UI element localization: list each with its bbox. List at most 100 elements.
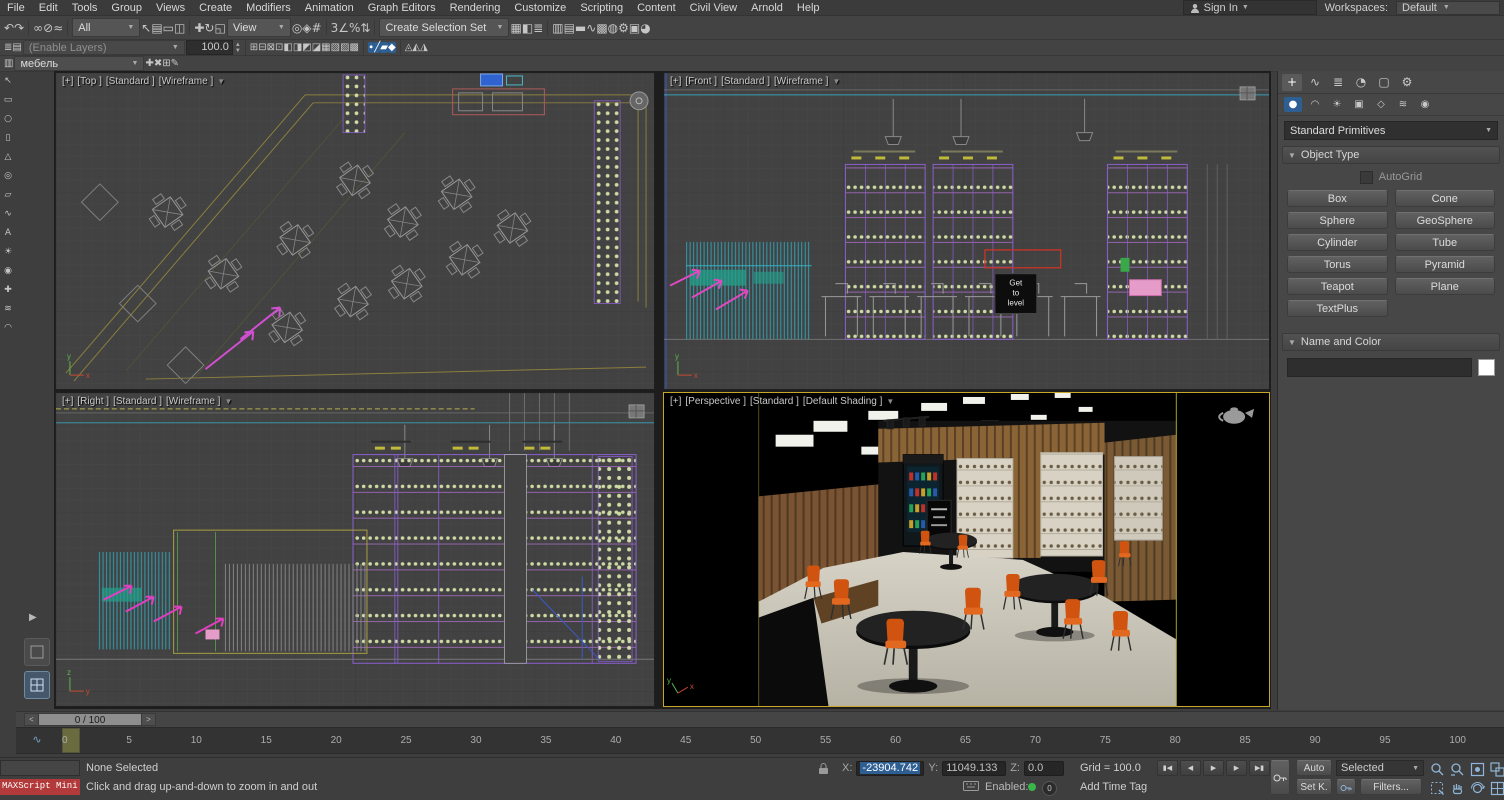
create-box-icon[interactable]: ▭ [1, 94, 15, 107]
lights-category[interactable]: ☀ [1328, 97, 1346, 112]
y-coordinate-field[interactable]: 11049.133 [942, 761, 1006, 776]
menu-item[interactable]: Create [192, 2, 239, 14]
menu-item[interactable]: Edit [32, 2, 65, 14]
menu-item[interactable]: Modifiers [239, 2, 298, 14]
toggle-layer-explorer-icon[interactable]: ▤ [564, 21, 575, 35]
named-selection-sets-icon[interactable]: ▥ [4, 58, 13, 69]
paint-selection-icon[interactable]: ◭ [412, 42, 420, 53]
rectangular-selection-region-icon[interactable]: ▭ [163, 21, 174, 35]
degradation-toggle[interactable]: 0 [1042, 781, 1057, 796]
viewport-label-menu-arrow[interactable]: ▼ [886, 397, 894, 407]
x-coordinate-field[interactable]: -23904.742 [856, 761, 924, 776]
add-time-tag[interactable]: Add Time Tag [1080, 781, 1147, 793]
helpers-category[interactable]: ◇ [1372, 97, 1390, 112]
viewport-pov-menu[interactable]: [Front ] [685, 76, 717, 87]
schematic-view-icon[interactable]: ▩ [596, 21, 607, 35]
viewport-style-menu[interactable]: [Standard ] [113, 396, 162, 407]
layout-tab-quad[interactable] [24, 671, 50, 699]
next-frame-arrow[interactable]: > [141, 713, 156, 726]
go-to-start-button[interactable]: ▮◀ [1157, 760, 1178, 776]
reference-coordinate-dropdown[interactable]: View▼ [227, 18, 291, 37]
select-and-rotate-icon[interactable]: ↻ [204, 21, 214, 35]
shade-selected-icon[interactable]: ⊞ [250, 42, 258, 53]
create-sphere-icon[interactable]: ○ [1, 113, 15, 126]
key-filters-icon-button[interactable] [1336, 779, 1356, 795]
xview-icon[interactable]: ⊠ [267, 42, 275, 53]
zoom-all-icon[interactable] [1448, 760, 1467, 778]
delete-layer-icon[interactable]: ✖ [154, 58, 162, 69]
perspective-viewport-canvas[interactable]: y x [664, 393, 1269, 706]
object-type-button[interactable]: Sphere [1287, 212, 1388, 229]
object-type-rollout[interactable]: ▼ Object Type [1282, 146, 1500, 164]
object-type-button[interactable]: Plane [1395, 278, 1496, 295]
layer-percent-spinner[interactable]: 100.0 ▲▼ [186, 40, 241, 55]
layer-dropdown[interactable]: мебель▼ [14, 56, 144, 71]
selection-filter-dropdown[interactable]: All▼ [72, 18, 140, 37]
select-arrow-icon[interactable]: ↖ [1, 75, 15, 88]
object-name-input[interactable] [1287, 358, 1472, 377]
isolate-selection-icon[interactable]: ◧ [283, 42, 292, 53]
viewport-label-menu-arrow[interactable]: ▼ [832, 77, 840, 87]
shapes-category[interactable]: ◠ [1306, 97, 1324, 112]
viewport-general-menu[interactable]: [+] [62, 396, 73, 407]
set-key-button[interactable]: Set K. [1296, 779, 1332, 795]
create-bone-icon[interactable]: ◠ [1, 322, 15, 335]
time-slider[interactable]: < 0 / 100 > [16, 711, 1504, 727]
set-keys-button[interactable] [1270, 760, 1290, 795]
workspaces-select[interactable]: Default ▼ [1396, 1, 1500, 15]
maxscript-mini-listener[interactable]: MAXScript Mini [0, 779, 80, 795]
zoom-extents-icon[interactable] [1468, 760, 1487, 778]
status-enabled-dot[interactable] [1028, 783, 1036, 791]
previous-frame-button[interactable]: ◀ [1180, 760, 1201, 776]
menu-item[interactable]: Help [790, 2, 827, 14]
grid-gizmo[interactable] [1240, 87, 1255, 100]
spinner-arrows-icon[interactable]: ▲▼ [233, 42, 241, 54]
pan-icon[interactable] [1448, 779, 1467, 797]
spinner-snap-icon[interactable]: ⇅ [360, 21, 370, 35]
selection-filter-icon[interactable]: ◮ [420, 42, 428, 53]
select-and-link-icon[interactable]: ∞ [33, 21, 43, 35]
viewport-label-menu-arrow[interactable]: ▼ [217, 77, 225, 87]
zoom-region-icon[interactable] [1428, 779, 1447, 797]
key-filters-button[interactable]: Filters... [1360, 779, 1422, 795]
menu-item[interactable]: Civil View [683, 2, 744, 14]
toggle-scene-explorer-icon[interactable]: ▥ [552, 21, 563, 35]
auto-key-button[interactable]: Auto [1296, 760, 1332, 776]
select-and-manipulate-icon[interactable]: ◈ [302, 21, 311, 35]
compass-gizmo[interactable] [630, 92, 648, 110]
viewport-shading-menu[interactable]: [Wireframe ] [166, 396, 220, 407]
element-mode-icon[interactable]: ◆ [388, 42, 396, 53]
measure-icon[interactable]: ▩ [350, 42, 359, 53]
keyboard-shortcut-override-icon[interactable]: # [312, 21, 322, 35]
curve-editor-icon[interactable]: ∿ [586, 21, 596, 35]
edit-named-selection-sets-icon[interactable]: ▦ [510, 21, 521, 35]
front-viewport-canvas[interactable]: Get to level y x [664, 73, 1269, 389]
viewport-style-menu[interactable]: [Standard ] [721, 76, 770, 87]
viewport-general-menu[interactable]: [+] [670, 76, 681, 87]
units-setup-icon[interactable]: ▨ [340, 42, 349, 53]
menu-item[interactable]: Scripting [573, 2, 630, 14]
autogrid-checkbox[interactable] [1360, 171, 1373, 184]
menu-item[interactable]: Arnold [744, 2, 790, 14]
add-to-layer-icon[interactable]: ⊞ [162, 58, 170, 69]
selection-lock-icon[interactable] [818, 762, 829, 778]
select-and-move-icon[interactable]: ✚ [194, 21, 204, 35]
previous-frame-arrow[interactable]: < [24, 713, 39, 726]
percent-snap-icon[interactable]: % [349, 21, 360, 35]
viewport-style-menu[interactable]: [Standard ] [750, 396, 799, 407]
motion-tab[interactable]: ◔ [1351, 74, 1371, 91]
select-by-name-icon[interactable]: ▤ [151, 21, 162, 35]
time-slider-handle[interactable]: 0 / 100 [39, 713, 141, 726]
object-type-button[interactable]: Cone [1395, 190, 1496, 207]
top-viewport-canvas[interactable]: y x [56, 73, 654, 389]
window-crossing-toggle-icon[interactable]: ◫ [174, 21, 185, 35]
select-and-scale-icon[interactable]: ◱ [214, 21, 225, 35]
viewport-right[interactable]: z y [+] [Right ] [Standard ] [Wireframe … [55, 392, 655, 707]
viewport-front[interactable]: Get to level y x [+] [Front ] [Standard … [663, 72, 1270, 390]
redo-icon[interactable]: ↷ [14, 21, 24, 35]
viewport-pov-menu[interactable]: [Top ] [77, 76, 101, 87]
grid-gizmo[interactable] [629, 405, 644, 418]
geometry-category[interactable]: ● [1284, 97, 1302, 112]
create-camera-icon[interactable]: ◉ [1, 265, 15, 278]
display-floater-icon[interactable]: ◩ [302, 42, 311, 53]
